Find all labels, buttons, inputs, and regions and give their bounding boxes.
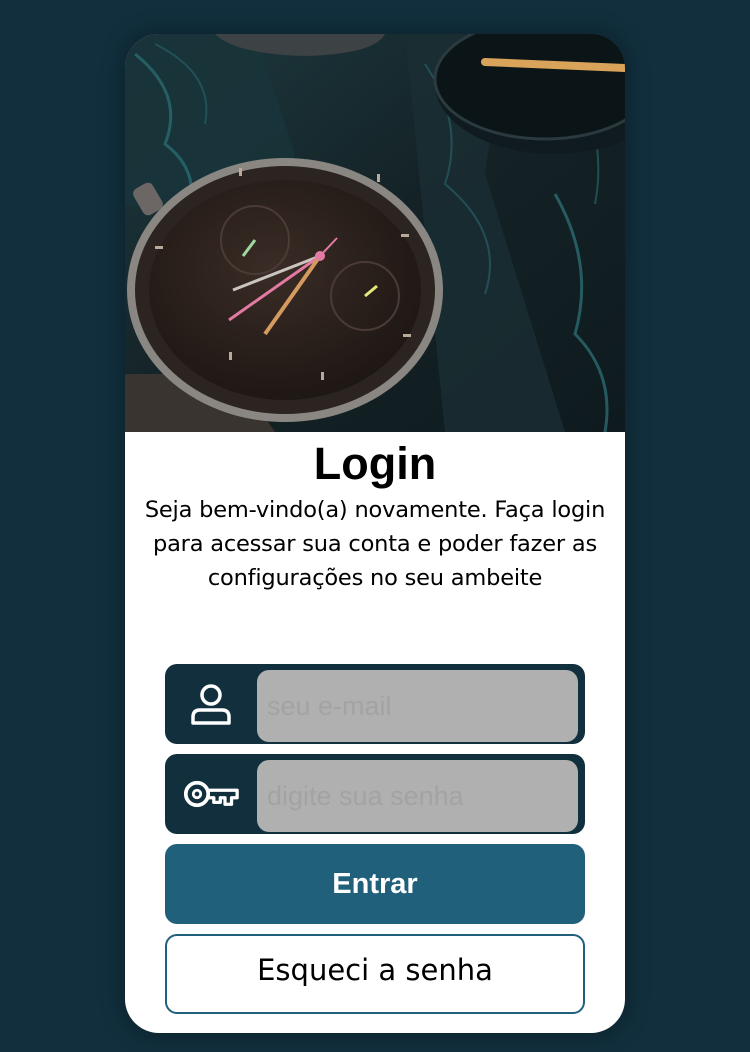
password-field-group [165, 754, 585, 834]
welcome-subtitle: Seja bem-vindo(a) novamente. Faça login … [144, 497, 606, 591]
password-input[interactable] [257, 760, 578, 832]
email-field-group [165, 664, 585, 744]
login-card: Login Seja bem-vindo(a) novamente. Faça … [125, 34, 625, 1033]
hero-watch-image [125, 34, 625, 432]
key-icon [183, 772, 239, 816]
page-title: Login [313, 438, 437, 489]
email-input[interactable] [257, 670, 578, 742]
login-button[interactable]: Entrar [165, 844, 585, 924]
user-icon [183, 682, 239, 726]
forgot-password-button[interactable]: Esqueci a senha [165, 934, 585, 1014]
